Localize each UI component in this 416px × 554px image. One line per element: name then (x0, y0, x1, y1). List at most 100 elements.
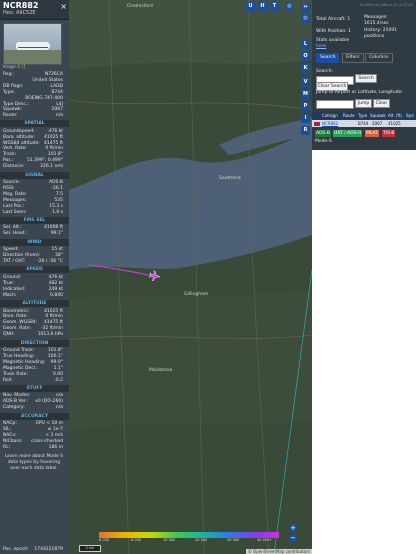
aircraft-info-panel: NCR882 Hex: A9C52E × Image © [] Reg.: N72… (0, 0, 69, 554)
col-type[interactable]: Type (358, 112, 367, 119)
map-toggle-m[interactable]: M (301, 90, 310, 99)
settings-icon[interactable]: ◎ (301, 14, 310, 23)
with-position: With Position: 1 (316, 29, 351, 34)
info-label[interactable]: Category: (3, 405, 25, 411)
tab-search[interactable]: Search (316, 53, 340, 63)
map-toggle-v[interactable]: V (301, 78, 310, 87)
clear-jump-button[interactable]: Clear (373, 99, 390, 108)
place-label: Southend (219, 176, 241, 181)
section-title-wind: WIND (0, 238, 69, 246)
source-mlat[interactable]: MLAT (365, 130, 379, 137)
section-title-fms-sel: FMS SEL (0, 216, 69, 224)
info-row: Category: n/a (3, 405, 63, 411)
info-label: Pos. epoch: (3, 547, 29, 552)
map-canvas (69, 0, 312, 554)
info-label[interactable]: Distance: (3, 164, 24, 170)
sidebar-top: tar1090 on github (3.14.1725) Total Airc… (312, 0, 416, 150)
col-speed[interactable]: Spd (406, 112, 414, 119)
info-value: 186 m (48, 444, 63, 450)
altitude-legend (99, 532, 279, 538)
col-route[interactable]: Route (343, 112, 355, 119)
version-link[interactable]: tar1090 on github (3.14.1725) (360, 3, 413, 7)
info-row: TAT / OAT: -26 / -56 °C (3, 259, 63, 265)
zoom-in-button[interactable]: + (289, 524, 297, 532)
history-label: History: 25091 (364, 28, 397, 33)
map-toggle-o[interactable]: O (301, 52, 310, 61)
cell-callsign[interactable]: NCR882 (322, 120, 338, 127)
sidebar-panel: tar1090 on github (3.14.1725) Total Airc… (312, 0, 416, 554)
scale-bar: 2 km (79, 545, 101, 552)
info-value: 1744221879 (34, 547, 63, 552)
info-value: 99.1° (50, 231, 63, 237)
source-tisb[interactable]: TIS-B (382, 130, 396, 137)
info-value: 0.840 (50, 292, 63, 298)
info-label[interactable]: Rc: (3, 445, 10, 451)
section-title-signal: SIGNAL (0, 171, 69, 179)
altitude-tick: 30 000 (227, 538, 240, 542)
info-label[interactable]: Route: (3, 113, 18, 119)
info-label[interactable]: Mach: (3, 293, 16, 299)
map-button-t[interactable]: T (270, 2, 279, 11)
flag-icon (314, 121, 320, 126)
col-callsign[interactable]: Callsign (322, 112, 338, 119)
section-title-direction: DIRECTION (0, 339, 69, 347)
close-icon[interactable]: × (60, 2, 67, 11)
info-value: 226.1 nmi (40, 164, 63, 170)
image-credit: Image © [] (3, 64, 26, 69)
info-row: Roll: -0.2 (3, 378, 63, 384)
tab-filters[interactable]: Filters (342, 53, 364, 63)
map-toggle-i[interactable]: I (301, 114, 310, 123)
messages-value: 1615.4/sec (364, 21, 389, 26)
place-label: Maidstone (149, 368, 173, 373)
stats-link[interactable]: here (316, 44, 326, 49)
source-uat[interactable]: UAT / ADS-R (333, 130, 363, 137)
map-toggle-p[interactable]: P (301, 102, 310, 111)
panel-toggle-icon[interactable]: ⇔ (301, 3, 310, 12)
map-button-h[interactable]: H (258, 2, 267, 11)
place-label: Chelmsford (127, 4, 153, 9)
info-label[interactable]: QNH: (3, 332, 15, 338)
jump-input[interactable] (316, 100, 354, 109)
info-row: Last Seen: 1.6 s (3, 210, 63, 216)
section-title-accuracy: ACCURACY (0, 412, 69, 420)
map-attribution[interactable]: © OpenStreetMap contributors (245, 549, 312, 554)
map-toggle-l[interactable]: L (301, 40, 310, 49)
info-label[interactable]: Roll: (3, 378, 13, 384)
col-alt[interactable]: Alt. (ft) (388, 112, 402, 119)
pos-epoch-row: Pos. epoch: 1744221879 (3, 547, 63, 553)
table-row[interactable]: NCR882 B744 2067 41025 (312, 120, 416, 127)
altitude-tick: 40 000+ (257, 538, 273, 542)
search-button[interactable]: Search (355, 74, 377, 83)
cell-squawk: 2067 (372, 121, 383, 126)
section-title-altitude: ALTITUDE (0, 300, 69, 307)
tab-columns[interactable]: Columns (365, 53, 393, 63)
info-value: 1013.6 hPa (37, 332, 63, 338)
info-row: Rc: 186 m (3, 445, 63, 451)
info-label[interactable]: TAT / OAT: (3, 259, 25, 265)
col-squawk[interactable]: Squawk (370, 112, 386, 119)
aircraft-photo[interactable] (3, 23, 62, 65)
map-toggle-k[interactable]: K (301, 64, 310, 73)
info-row: Mach: 0.840 (3, 293, 63, 299)
layers-icon[interactable]: ◎ (285, 2, 294, 11)
table-header: Callsign Route Type Squawk Alt. (ft) Spd (312, 112, 416, 119)
source-adsb[interactable]: ADS-B (315, 130, 331, 137)
messages-label: Messages: (364, 15, 388, 20)
section-title-speed: SPEED (0, 266, 69, 274)
hex-code: Hex: A9C52E (3, 10, 36, 16)
info-label[interactable]: Sel. Head.: (3, 231, 27, 237)
info-value: -0.2 (54, 377, 63, 383)
info-label[interactable]: Last Seen: (3, 210, 27, 216)
section-title-stuff: STUFF (0, 384, 69, 392)
jump-button[interactable]: Jump (355, 99, 372, 108)
info-value: n/a (55, 113, 63, 119)
map-toggle-r[interactable]: R (301, 126, 310, 135)
callsign: NCR882 (3, 1, 39, 10)
airplane-icon (16, 42, 50, 50)
map-view[interactable]: U H T ◎ Chelmsford Southend Gillingham M… (69, 0, 312, 554)
zoom-out-button[interactable]: − (289, 534, 297, 542)
map-button-u[interactable]: U (246, 2, 255, 11)
search-label: Search: (316, 69, 333, 74)
altitude-tick: 20 000 (195, 538, 208, 542)
mode-s-label: Mode-S (315, 139, 332, 144)
